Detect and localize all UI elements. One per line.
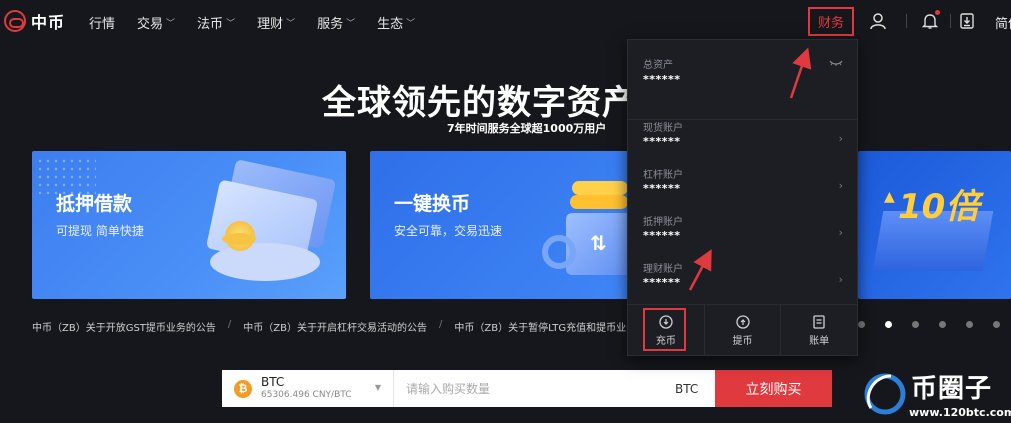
coin-select[interactable]: ₿ BTC 65306.496 CNY/BTC ▼ [222, 370, 394, 407]
chevron-down-icon: ﹀ [286, 19, 296, 29]
announcement-bar: 中币（ZB）关于开放GST提币业务的公告 / 中币（ZB）关于开启杠杆交易活动的… [32, 319, 636, 334]
brand-name: 中币 [31, 13, 66, 32]
arrow-up-icon: ▲ [884, 189, 895, 205]
nav-item-label: 行情 [89, 17, 116, 32]
pager-dot[interactable] [993, 321, 1000, 328]
withdraw-icon [735, 315, 750, 329]
caret-down-icon: ▼ [374, 383, 381, 392]
separator: / [227, 319, 232, 330]
language-selector[interactable]: 简体 [995, 13, 1011, 32]
nav-item-market[interactable]: 行情 [89, 13, 115, 32]
quick-buy-bar: ₿ BTC 65306.496 CNY/BTC ▼ BTC 立刻购买 [222, 370, 832, 407]
announcement-link[interactable]: 中币（ZB）关于开启杠杆交易活动的公告 [243, 319, 427, 334]
pager-dot[interactable] [939, 321, 946, 328]
chevron-down-icon: ﹀ [226, 19, 236, 29]
nav-item-label: 法币 [197, 17, 224, 32]
bill-icon [813, 315, 825, 329]
deposit-highlight-box [643, 308, 686, 351]
account-value: ****** [643, 135, 681, 148]
banner-one-click-swap[interactable]: 一键换币 安全可靠，交易迅速 ⇅ [370, 151, 632, 299]
separator: / [439, 319, 443, 330]
nav-item-trade[interactable]: 交易 ﹀ [137, 13, 175, 32]
bitcoin-icon: ₿ [234, 379, 252, 398]
hero-subtitle: 7年时间服务全球超1000万用户 [447, 122, 607, 135]
account-row-margin[interactable]: 杠杆账户 ****** › [628, 163, 857, 209]
announcement-link[interactable]: 中币（ZB）关于暂停LTG充值和提币业务 [454, 319, 636, 334]
chevron-down-icon: ﹀ [166, 19, 176, 29]
pager-dot-active[interactable] [885, 321, 892, 328]
watermark: 币圈子 www.120btc.com [861, 366, 1011, 423]
nav-divider [906, 14, 907, 28]
banner-subtitle: 可提现 简单快捷 [56, 224, 144, 238]
account-row-spot[interactable]: 现货账户 ****** › [628, 116, 857, 162]
buy-now-button[interactable]: 立刻购买 [715, 370, 832, 407]
action-label: 提币 [732, 336, 753, 347]
account-label: 抵押账户 [643, 217, 683, 228]
nav-item-label: 服务 [317, 17, 344, 32]
pager-dot[interactable] [912, 321, 919, 328]
nav-item-ecosystem[interactable]: 生态 ﹀ [377, 13, 415, 32]
brand-logo[interactable]: 中币 [4, 9, 65, 33]
bell-icon[interactable] [920, 10, 940, 31]
nav-item-label: 生态 [377, 17, 404, 32]
banner-title: 抵押借款 [56, 193, 133, 215]
chevron-right-icon: › [838, 273, 843, 286]
account-value: ****** [643, 182, 681, 195]
nav-item-label: 理财 [257, 17, 284, 32]
nav-divider [950, 14, 951, 28]
withdraw-button[interactable]: 提币 [705, 305, 782, 356]
account-row-wealth[interactable]: 理财账户 ****** › [628, 257, 857, 303]
banner-10x[interactable]: ▲ 10倍 [858, 151, 1011, 299]
watermark-logo-icon [864, 373, 906, 415]
nav-item-service[interactable]: 服务 ﹀ [317, 13, 355, 32]
pager-dot[interactable] [966, 321, 973, 328]
banner-mortgage-loan[interactable]: 抵押借款 可提现 简单快捷 [32, 151, 346, 299]
hero-title: 全球领先的数字资产交 [322, 83, 672, 123]
download-icon[interactable] [957, 11, 977, 31]
finance-button[interactable]: 财务 [808, 7, 854, 36]
pager-dot[interactable] [858, 321, 865, 328]
nav-item-wealth[interactable]: 理财 ﹀ [257, 13, 295, 32]
top-nav: 中币 行情 交易﹀ 法币﹀ 理财﹀ 服务﹀ 生态﹀ 财务 简体 [0, 0, 1011, 44]
account-row-collateral[interactable]: 抵押账户 ****** › [628, 210, 857, 256]
banner-title: 一键换币 [394, 193, 471, 215]
bill-button[interactable]: 账单 [781, 305, 857, 356]
nav-item-label: 交易 [137, 17, 164, 32]
chevron-down-icon: ﹀ [406, 19, 416, 29]
notification-dot [935, 10, 940, 15]
action-label: 账单 [809, 336, 830, 347]
account-label: 杠杆账户 [643, 170, 683, 181]
banner-pager [858, 321, 1011, 328]
account-value: ****** [643, 229, 681, 242]
announcement-link[interactable]: 中币（ZB）关于开放GST提币业务的公告 [32, 319, 216, 334]
banner-subtitle: 安全可靠，交易迅速 [394, 224, 503, 238]
coin-symbol: BTC [261, 375, 285, 389]
chevron-right-icon: › [838, 226, 843, 239]
coin-price: 65306.496 CNY/BTC [261, 390, 352, 400]
watermark-url: www.120btc.com [909, 406, 1011, 419]
logo-mark-icon [4, 10, 26, 32]
nav-item-fiat[interactable]: 法币 ﹀ [197, 13, 235, 32]
user-icon[interactable] [868, 11, 888, 31]
banner-title: 10倍 [898, 187, 980, 227]
amount-input[interactable] [394, 370, 675, 407]
watermark-text: 币圈子 [911, 374, 993, 404]
chevron-right-icon: › [838, 132, 843, 145]
amount-unit: BTC [675, 381, 699, 396]
main-menu: 行情 交易 ﹀ 法币 ﹀ 理财 ﹀ 服务 ﹀ 生态 ﹀ [89, 13, 437, 32]
chevron-down-icon: ﹀ [346, 19, 356, 29]
total-assets-value: ****** [643, 73, 681, 86]
account-value: ****** [643, 276, 681, 289]
total-assets-label: 总资产 [643, 60, 673, 71]
hide-eye-icon[interactable] [829, 60, 843, 66]
account-label: 现货账户 [643, 123, 683, 134]
account-label: 理财账户 [643, 264, 683, 275]
chevron-right-icon: › [838, 179, 843, 192]
